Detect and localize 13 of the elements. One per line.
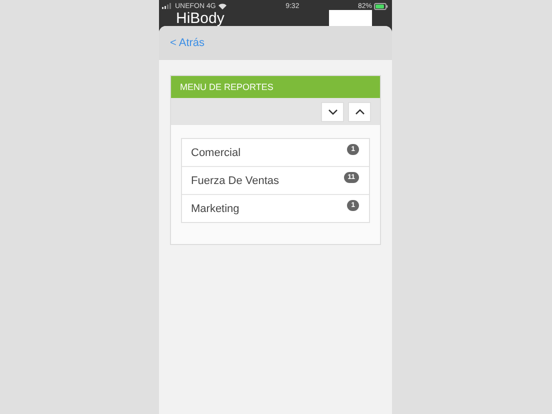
report-item-label: Marketing: [191, 202, 240, 214]
chevron-up-icon: [354, 108, 364, 114]
report-item-label: Fuerza De Ventas: [191, 174, 280, 186]
signal-icon: [162, 3, 171, 9]
wifi-icon: [218, 2, 227, 10]
chevron-down-icon: [328, 108, 338, 114]
battery-icon: [374, 2, 388, 10]
report-item-label: Comercial: [191, 146, 241, 158]
collapse-button[interactable]: [321, 102, 344, 122]
app-title: HiBody: [176, 11, 224, 26]
panel-header: MENU DE REPORTES: [171, 76, 380, 98]
blank-patch: [329, 10, 372, 27]
expand-button[interactable]: [348, 102, 371, 122]
